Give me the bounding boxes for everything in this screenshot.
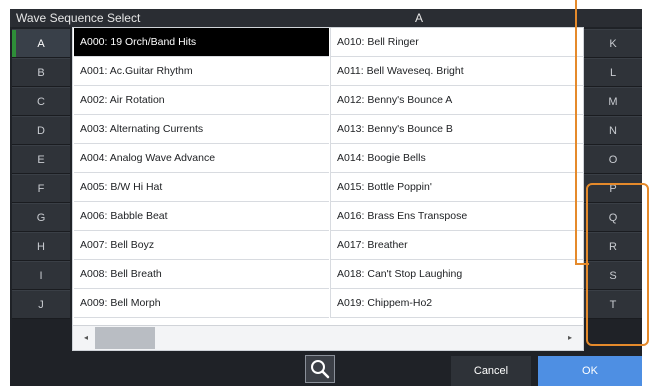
list-item[interactable]: A012: Benny's Bounce A (331, 86, 586, 115)
scrollbar-thumb[interactable] (95, 327, 155, 349)
current-bank-label: A (415, 11, 424, 25)
list-item[interactable]: A018: Can't Stop Laughing (331, 260, 586, 289)
list-item[interactable]: A011: Bell Waveseq. Bright (331, 57, 586, 86)
bank-tab-p[interactable]: P (584, 174, 642, 203)
list-column-left: A000: 19 Orch/Band Hits A001: Ac.Guitar … (74, 28, 329, 318)
list-item[interactable]: A003: Alternating Currents (74, 115, 329, 144)
list-item[interactable]: A010: Bell Ringer (331, 28, 586, 57)
scroll-right-arrow-icon[interactable]: ▸ (563, 326, 577, 350)
bank-tab-c[interactable]: C (12, 87, 70, 116)
title-bar: Wave Sequence Select A (10, 9, 642, 27)
list-item[interactable]: A017: Breather (331, 231, 586, 260)
cancel-button[interactable]: Cancel (451, 356, 531, 386)
search-icon (311, 360, 330, 379)
list-item[interactable]: A008: Bell Breath (74, 260, 329, 289)
bank-tab-l[interactable]: L (584, 58, 642, 87)
list-item[interactable]: A001: Ac.Guitar Rhythm (74, 57, 329, 86)
list-item[interactable]: A019: Chippem-Ho2 (331, 289, 586, 318)
bank-tab-s[interactable]: S (584, 261, 642, 290)
bottom-bar: Cancel OK (10, 352, 642, 386)
annotation-callout-line (575, 263, 589, 265)
list-item[interactable]: A016: Brass Ens Transpose (331, 202, 586, 231)
list-item[interactable]: A014: Boogie Bells (331, 144, 586, 173)
list-column-right: A010: Bell Ringer A011: Bell Waveseq. Br… (330, 28, 586, 318)
dialog-title: Wave Sequence Select (16, 11, 141, 25)
ok-button[interactable]: OK (538, 356, 642, 386)
bank-tab-o[interactable]: O (584, 145, 642, 174)
bank-tabs-right: K L M N O P Q R S T (584, 29, 642, 319)
list-item[interactable]: A006: Babble Beat (74, 202, 329, 231)
list-item[interactable]: A000: 19 Orch/Band Hits (74, 28, 329, 57)
bank-tab-e[interactable]: E (12, 145, 70, 174)
list-item[interactable]: A004: Analog Wave Advance (74, 144, 329, 173)
bank-tabs-left: A B C D E F G H I J (12, 29, 70, 319)
bank-tab-n[interactable]: N (584, 116, 642, 145)
bank-tab-f[interactable]: F (12, 174, 70, 203)
annotation-callout-line (575, 0, 577, 265)
bank-tab-j[interactable]: J (12, 290, 70, 319)
bank-tab-d[interactable]: D (12, 116, 70, 145)
bank-tab-t[interactable]: T (584, 290, 642, 319)
wave-sequence-select-dialog: Wave Sequence Select A A B C D E F G H I… (10, 9, 642, 386)
bank-tab-g[interactable]: G (12, 203, 70, 232)
bank-tab-k[interactable]: K (584, 29, 642, 58)
search-button[interactable] (305, 355, 335, 383)
list-item[interactable]: A013: Benny's Bounce B (331, 115, 586, 144)
wave-sequence-list: A000: 19 Orch/Band Hits A001: Ac.Guitar … (72, 27, 586, 351)
bank-tab-h[interactable]: H (12, 232, 70, 261)
list-item[interactable]: A007: Bell Boyz (74, 231, 329, 260)
bank-tab-b[interactable]: B (12, 58, 70, 87)
bank-tab-r[interactable]: R (584, 232, 642, 261)
horizontal-scrollbar[interactable]: ◂ ▸ (73, 325, 583, 350)
bank-tab-m[interactable]: M (584, 87, 642, 116)
bank-tab-i[interactable]: I (12, 261, 70, 290)
list-item[interactable]: A009: Bell Morph (74, 289, 329, 318)
list-item[interactable]: A015: Bottle Poppin' (331, 173, 586, 202)
list-item[interactable]: A002: Air Rotation (74, 86, 329, 115)
bank-tab-q[interactable]: Q (584, 203, 642, 232)
list-item[interactable]: A005: B/W Hi Hat (74, 173, 329, 202)
scroll-left-arrow-icon[interactable]: ◂ (79, 326, 93, 350)
bank-tab-a[interactable]: A (12, 29, 70, 58)
